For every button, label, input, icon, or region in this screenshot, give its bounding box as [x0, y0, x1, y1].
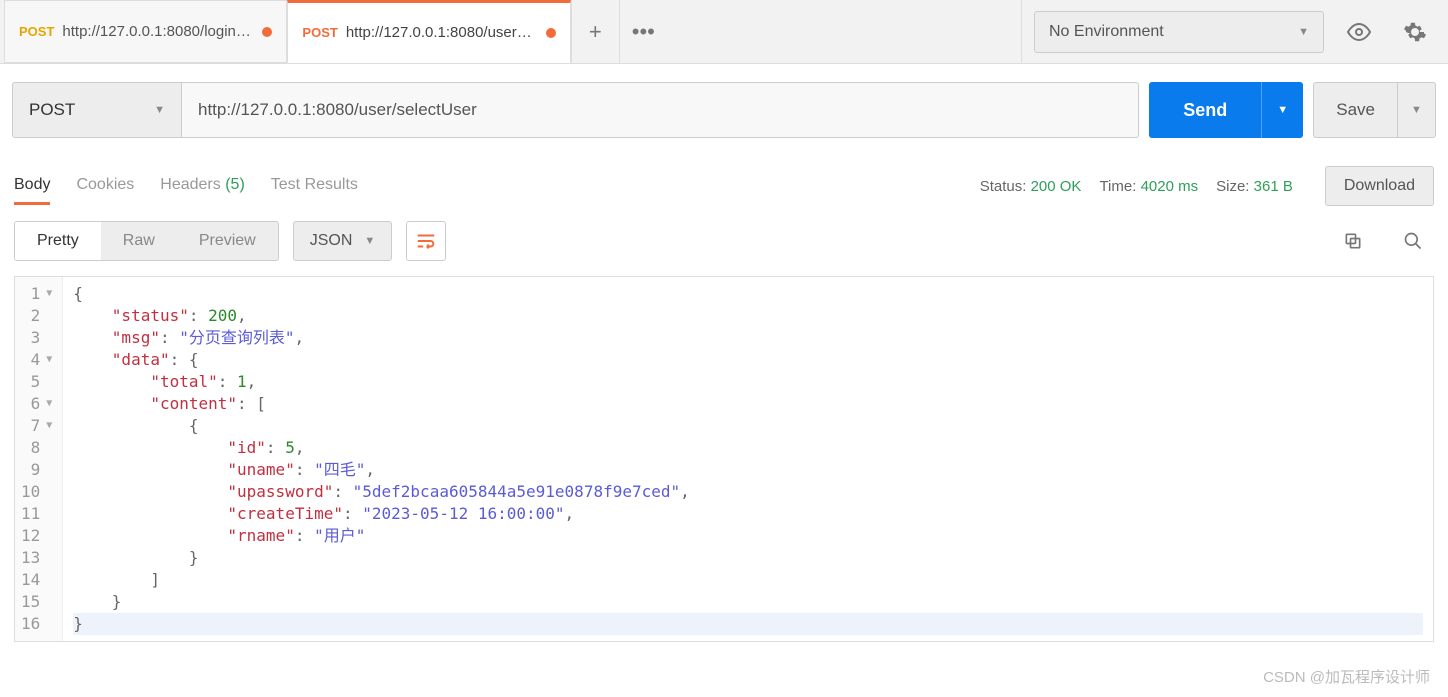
chevron-down-icon: ▼ — [1411, 104, 1422, 116]
top-bar: POST http://127.0.0.1:8080/login/user PO… — [0, 0, 1448, 64]
method-badge: POST — [19, 24, 54, 39]
dirty-dot-icon — [546, 28, 556, 38]
tab-title: http://127.0.0.1:8080/user/selec — [346, 24, 536, 41]
environment-area: No Environment ▼ — [1021, 0, 1448, 63]
view-segment: Pretty Raw Preview — [14, 221, 279, 261]
method-select[interactable]: POST ▼ — [12, 82, 182, 138]
response-body: 1▼234▼56▼7▼8910111213141516 { "status": … — [14, 276, 1434, 642]
save-button[interactable]: Save — [1313, 82, 1398, 138]
search-icon[interactable] — [1392, 220, 1434, 262]
status-meta: Status: 200 OK — [980, 178, 1082, 195]
send-dropdown[interactable]: ▼ — [1261, 82, 1303, 138]
response-meta: Status: 200 OK Time: 4020 ms Size: 361 B… — [980, 166, 1434, 206]
size-meta: Size: 361 B — [1216, 178, 1293, 195]
dirty-dot-icon — [262, 27, 272, 37]
response-header: Body Cookies Headers (5) Test Results St… — [0, 156, 1448, 206]
tab-title: http://127.0.0.1:8080/login/user — [62, 23, 252, 40]
format-label: JSON — [310, 232, 353, 250]
method-label: POST — [29, 100, 75, 120]
wrap-lines-icon[interactable] — [406, 221, 446, 261]
send-button-group: Send ▼ — [1149, 82, 1303, 138]
env-label: No Environment — [1049, 23, 1164, 41]
request-tabs: POST http://127.0.0.1:8080/login/user PO… — [0, 0, 1021, 63]
chevron-down-icon: ▼ — [1298, 26, 1309, 38]
save-dropdown[interactable]: ▼ — [1398, 82, 1436, 138]
view-tools — [1332, 220, 1434, 262]
chevron-down-icon: ▼ — [364, 235, 375, 247]
watermark: CSDN @加瓦程序设计师 — [1263, 666, 1430, 687]
code-content[interactable]: { "status": 200, "msg": "分页查询列表", "data"… — [63, 277, 1433, 641]
time-meta: Time: 4020 ms — [1099, 178, 1198, 195]
response-tabs: Body Cookies Headers (5) Test Results — [14, 168, 358, 205]
tab-headers[interactable]: Headers (5) — [160, 168, 245, 205]
chevron-down-icon: ▼ — [1277, 104, 1288, 116]
chevron-down-icon: ▼ — [154, 104, 165, 116]
copy-icon[interactable] — [1332, 220, 1374, 262]
request-bar: POST ▼ Send ▼ Save ▼ — [0, 64, 1448, 156]
line-gutter: 1▼234▼56▼7▼8910111213141516 — [15, 277, 63, 641]
method-badge: POST — [302, 25, 337, 40]
tab-options-button[interactable]: ••• — [619, 0, 667, 63]
environment-preview-icon[interactable] — [1338, 11, 1380, 53]
view-raw[interactable]: Raw — [101, 222, 177, 260]
tab-selectuser[interactable]: POST http://127.0.0.1:8080/user/selec — [287, 0, 570, 63]
tab-body[interactable]: Body — [14, 168, 50, 205]
settings-icon[interactable] — [1394, 11, 1436, 53]
tab-test-results[interactable]: Test Results — [271, 168, 358, 205]
format-select[interactable]: JSON ▼ — [293, 221, 393, 261]
save-button-group: Save ▼ — [1313, 82, 1436, 138]
url-input[interactable] — [182, 82, 1139, 138]
download-button[interactable]: Download — [1325, 166, 1434, 206]
new-tab-button[interactable]: + — [571, 0, 619, 63]
send-button[interactable]: Send — [1149, 82, 1261, 138]
tab-login[interactable]: POST http://127.0.0.1:8080/login/user — [4, 0, 287, 63]
view-pretty[interactable]: Pretty — [15, 222, 101, 260]
tab-cookies[interactable]: Cookies — [76, 168, 134, 205]
view-bar: Pretty Raw Preview JSON ▼ — [0, 206, 1448, 276]
view-preview[interactable]: Preview — [177, 222, 278, 260]
environment-select[interactable]: No Environment ▼ — [1034, 11, 1324, 53]
